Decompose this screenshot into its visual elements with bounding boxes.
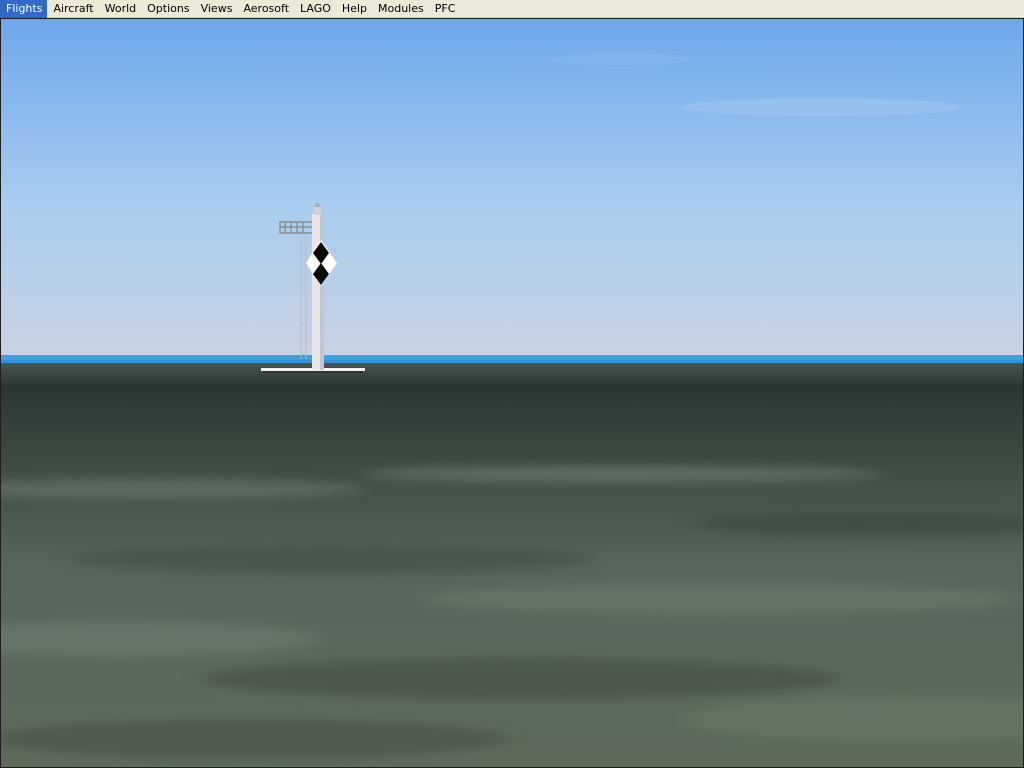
3d-scene-viewport[interactable]: [0, 18, 1024, 768]
menu-help[interactable]: Help: [336, 0, 372, 18]
flight-simulator-window: Flights Aircraft World Options Views Aer…: [0, 0, 1024, 768]
sky: [1, 19, 1023, 359]
menu-flights[interactable]: Flights: [0, 0, 48, 18]
menu-bar: Flights Aircraft World Options Views Aer…: [0, 0, 1024, 18]
beacon-lamp: [314, 206, 321, 215]
scene-view: [1, 19, 1023, 767]
menu-pfc[interactable]: PFC: [429, 0, 461, 18]
cloud-wisp: [681, 98, 961, 116]
menu-aerosoft[interactable]: Aerosoft: [237, 0, 294, 18]
menu-modules[interactable]: Modules: [372, 0, 429, 18]
menu-options[interactable]: Options: [141, 0, 194, 18]
beacon-pole-shade: [320, 214, 324, 370]
beacon-base-shadow: [263, 371, 363, 373]
menu-aircraft[interactable]: Aircraft: [47, 0, 98, 18]
cloud-wisp: [551, 53, 691, 65]
menu-lago[interactable]: LAGO: [294, 0, 336, 18]
sea-horizon-shade: [1, 360, 1023, 363]
menu-views[interactable]: Views: [195, 0, 238, 18]
menu-world[interactable]: World: [99, 0, 142, 18]
